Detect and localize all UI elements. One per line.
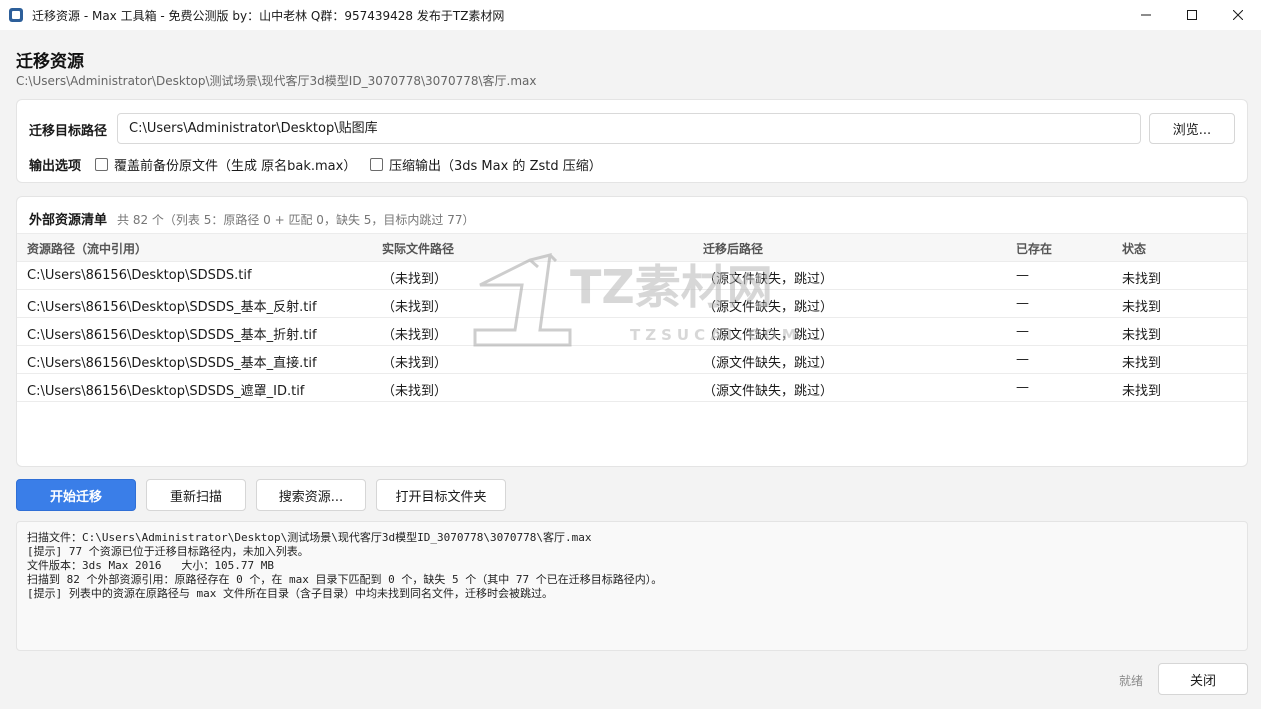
cell-status: 未找到 (1122, 384, 1162, 399)
cell-actual: （未找到） (382, 300, 448, 315)
close-icon[interactable] (1215, 0, 1261, 30)
column-header-actual[interactable]: 实际文件路径 (382, 240, 454, 257)
page-title: 迁移资源 (16, 52, 84, 72)
table-row[interactable]: C:\Users\86156\Desktop\SDSDS_基本_折射.tif （… (17, 318, 1247, 346)
backup-checkbox[interactable] (95, 158, 108, 171)
column-header-target[interactable]: 迁移后路径 (703, 240, 763, 257)
cell-target: （源文件缺失，跳过） (703, 328, 834, 343)
cell-source: C:\Users\86156\Desktop\SDSDS_基本_直接.tif (27, 356, 317, 371)
cell-status: 未找到 (1122, 272, 1162, 287)
cell-status: 未找到 (1122, 328, 1162, 343)
table-row[interactable]: C:\Users\86156\Desktop\SDSDS_遮罩_ID.tif （… (17, 374, 1247, 402)
compress-checkbox[interactable] (370, 158, 383, 171)
cell-source: C:\Users\86156\Desktop\SDSDS_基本_折射.tif (27, 328, 317, 343)
log-line: 扫描文件：C:\Users\Administrator\Desktop\测试场景… (27, 531, 592, 544)
log-output[interactable]: 扫描文件：C:\Users\Administrator\Desktop\测试场景… (16, 521, 1248, 651)
search-resources-button[interactable]: 搜索资源... (256, 479, 366, 511)
window-controls (1123, 0, 1261, 30)
resource-table: 资源路径（流中引用） 实际文件路径 迁移后路径 已存在 状态 C:\Users\… (17, 233, 1247, 402)
minimize-icon[interactable] (1123, 0, 1169, 30)
output-options-label: 输出选项 (29, 159, 82, 174)
maximize-icon[interactable] (1169, 0, 1215, 30)
resource-list-title: 外部资源清单 (29, 213, 108, 228)
cell-target: （源文件缺失，跳过） (703, 300, 834, 315)
close-button[interactable]: 关闭 (1158, 663, 1248, 695)
target-path-label: 迁移目标路径 (29, 124, 108, 139)
backup-option-label: 覆盖前备份原文件（生成 原名bak.max） (114, 159, 357, 174)
log-line: [提示] 列表中的资源在原路径与 max 文件所在目录（含子目录）中均未找到同名… (27, 587, 553, 600)
table-row[interactable]: C:\Users\86156\Desktop\SDSDS.tif （未找到） （… (17, 262, 1247, 290)
cell-status: 未找到 (1122, 300, 1162, 315)
browse-button[interactable]: 浏览... (1149, 113, 1235, 144)
cell-source: C:\Users\86156\Desktop\SDSDS.tif (27, 268, 252, 283)
table-header: 资源路径（流中引用） 实际文件路径 迁移后路径 已存在 状态 (17, 233, 1247, 262)
resource-list-panel: 外部资源清单 共 82 个（列表 5：原路径 0 + 匹配 0，缺失 5，目标内… (16, 196, 1248, 467)
cell-exists: — (1016, 296, 1029, 311)
cell-actual: （未找到） (382, 328, 448, 343)
log-line: 文件版本：3ds Max 2016 大小：105.77 MB (27, 559, 274, 572)
resource-summary: 共 82 个（列表 5：原路径 0 + 匹配 0，缺失 5，目标内跳过 77） (117, 213, 475, 227)
app-icon (9, 8, 23, 22)
backup-option[interactable]: 覆盖前备份原文件（生成 原名bak.max） (95, 155, 356, 174)
cell-target: （源文件缺失，跳过） (703, 356, 834, 371)
start-migration-button[interactable]: 开始迁移 (16, 479, 136, 511)
window-title: 迁移资源 - Max 工具箱 - 免费公测版 by：山中老林 Q群：957439… (32, 8, 505, 23)
source-file-path: C:\Users\Administrator\Desktop\测试场景\现代客厅… (16, 74, 537, 88)
cell-actual: （未找到） (382, 384, 448, 399)
cell-exists: — (1016, 324, 1029, 339)
rescan-button[interactable]: 重新扫描 (146, 479, 246, 511)
resource-list-header: 外部资源清单 共 82 个（列表 5：原路径 0 + 匹配 0，缺失 5，目标内… (29, 209, 474, 228)
target-path-input[interactable]: C:\Users\Administrator\Desktop\贴图库 (117, 113, 1141, 144)
cell-exists: — (1016, 380, 1029, 395)
column-header-exists[interactable]: 已存在 (1016, 240, 1052, 257)
cell-target: （源文件缺失，跳过） (703, 272, 834, 287)
cell-exists: — (1016, 352, 1029, 367)
column-header-source[interactable]: 资源路径（流中引用） (27, 240, 147, 257)
cell-source: C:\Users\86156\Desktop\SDSDS_遮罩_ID.tif (27, 384, 305, 399)
title-bar: 迁移资源 - Max 工具箱 - 免费公测版 by：山中老林 Q群：957439… (0, 0, 1261, 30)
log-line: 扫描到 82 个外部资源引用：原路径存在 0 个，在 max 目录下匹配到 0 … (27, 573, 663, 586)
compress-option-label: 压缩输出（3ds Max 的 Zstd 压缩） (389, 159, 602, 174)
log-line: [提示] 77 个资源已位于迁移目标路径内，未加入列表。 (27, 545, 309, 558)
open-target-folder-button[interactable]: 打开目标文件夹 (376, 479, 506, 511)
options-panel: 迁移目标路径 C:\Users\Administrator\Desktop\贴图… (16, 99, 1248, 183)
cell-actual: （未找到） (382, 272, 448, 287)
cell-target: （源文件缺失，跳过） (703, 384, 834, 399)
table-row[interactable]: C:\Users\86156\Desktop\SDSDS_基本_直接.tif （… (17, 346, 1247, 374)
status-text: 就绪 (1119, 674, 1144, 688)
table-row[interactable]: C:\Users\86156\Desktop\SDSDS_基本_反射.tif （… (17, 290, 1247, 318)
cell-status: 未找到 (1122, 356, 1162, 371)
column-header-status[interactable]: 状态 (1122, 240, 1146, 257)
compress-option[interactable]: 压缩输出（3ds Max 的 Zstd 压缩） (370, 155, 602, 174)
cell-actual: （未找到） (382, 356, 448, 371)
cell-source: C:\Users\86156\Desktop\SDSDS_基本_反射.tif (27, 300, 317, 315)
cell-exists: — (1016, 268, 1029, 283)
